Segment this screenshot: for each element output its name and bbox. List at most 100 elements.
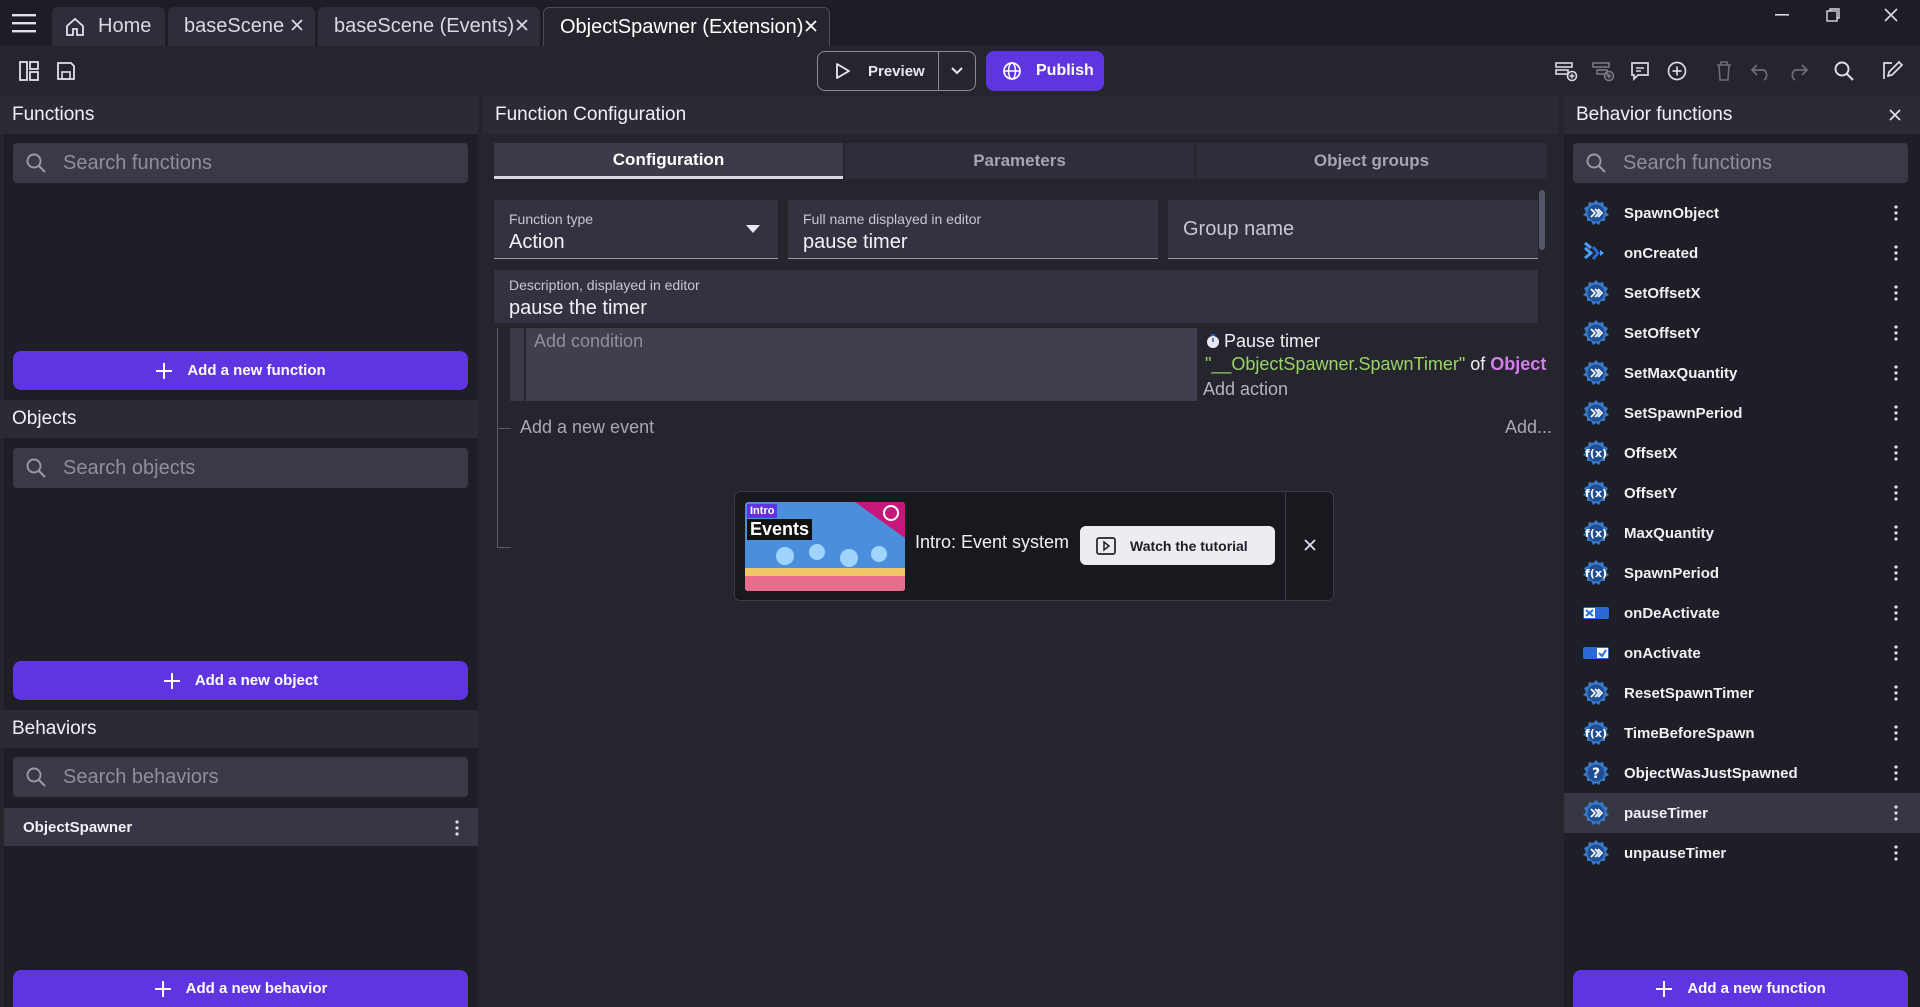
add-action-link[interactable]: Add action bbox=[1203, 379, 1288, 400]
window-close-icon[interactable] bbox=[1871, 4, 1911, 26]
list-item[interactable]: f(x) SpawnPeriod bbox=[1564, 553, 1920, 593]
minimize-icon[interactable] bbox=[1762, 4, 1802, 26]
add-more-link[interactable]: Add... bbox=[1505, 417, 1552, 438]
add-new-behavior-function-button[interactable]: Add a new function bbox=[1573, 970, 1908, 1007]
save-icon[interactable] bbox=[50, 55, 82, 87]
undo-icon[interactable] bbox=[1745, 55, 1777, 87]
more-vertical-icon[interactable] bbox=[1894, 365, 1898, 381]
search-behavior-functions-input[interactable] bbox=[1623, 151, 1882, 175]
scrollbar[interactable] bbox=[1539, 190, 1545, 250]
behaviors-title: Behaviors bbox=[12, 718, 97, 739]
conditions-area[interactable]: Add condition bbox=[526, 328, 1197, 401]
tab-parameters[interactable]: Parameters bbox=[845, 143, 1194, 179]
list-item[interactable]: ? ObjectWasJustSpawned bbox=[1564, 753, 1920, 793]
more-vertical-icon[interactable] bbox=[1894, 805, 1898, 821]
search-objects-input[interactable] bbox=[63, 456, 418, 480]
function-type-select[interactable]: Function type Action bbox=[494, 200, 778, 259]
list-item[interactable]: ObjectSpawner bbox=[4, 808, 478, 846]
add-condition-link[interactable]: Add condition bbox=[534, 331, 643, 352]
list-item[interactable]: onActivate bbox=[1564, 633, 1920, 673]
list-item[interactable]: SetOffsetY bbox=[1564, 313, 1920, 353]
description-field[interactable]: Description, displayed in editor pause t… bbox=[494, 270, 1538, 323]
list-item[interactable]: f(x) OffsetX bbox=[1564, 433, 1920, 473]
search-functions-input[interactable] bbox=[63, 151, 418, 175]
tab-configuration[interactable]: Configuration bbox=[494, 143, 843, 179]
search-icon[interactable] bbox=[1828, 55, 1860, 87]
event-tree-line bbox=[497, 328, 498, 548]
list-item[interactable]: f(x) OffsetY bbox=[1564, 473, 1920, 513]
add-new-event-link[interactable]: Add a new event bbox=[520, 417, 654, 438]
more-vertical-icon[interactable] bbox=[1894, 565, 1898, 581]
list-item[interactable]: f(x) MaxQuantity bbox=[1564, 513, 1920, 553]
function-name: ResetSpawnTimer bbox=[1624, 684, 1754, 702]
chevron-down-icon[interactable] bbox=[950, 66, 964, 76]
action-string-param[interactable]: "__ObjectSpawner.SpawnTimer" bbox=[1205, 354, 1465, 374]
close-icon[interactable] bbox=[803, 18, 819, 34]
publish-button[interactable]: Publish bbox=[986, 51, 1104, 91]
more-vertical-icon[interactable] bbox=[1894, 445, 1898, 461]
actions-area[interactable]: Pause timer "__ObjectSpawner.SpawnTimer"… bbox=[1199, 328, 1558, 401]
search-behavior-functions-field[interactable] bbox=[1573, 143, 1908, 183]
tab-object-groups[interactable]: Object groups bbox=[1196, 143, 1547, 179]
more-vertical-icon[interactable] bbox=[1894, 485, 1898, 501]
preview-button[interactable]: Preview bbox=[817, 51, 976, 91]
list-item[interactable]: unpauseTimer bbox=[1564, 833, 1920, 873]
event-handle[interactable] bbox=[510, 328, 524, 401]
more-vertical-icon[interactable] bbox=[1894, 325, 1898, 341]
add-subevent-icon[interactable] bbox=[1587, 55, 1619, 87]
tab-label: Object groups bbox=[1313, 151, 1430, 170]
full-name-field[interactable]: Full name displayed in editor pause time… bbox=[788, 200, 1158, 259]
list-item[interactable]: SpawnObject bbox=[1564, 193, 1920, 233]
list-item[interactable]: SetOffsetX bbox=[1564, 273, 1920, 313]
list-item[interactable]: SetSpawnPeriod bbox=[1564, 393, 1920, 433]
more-vertical-icon[interactable] bbox=[1894, 205, 1898, 221]
close-icon[interactable] bbox=[1888, 108, 1902, 122]
more-vertical-icon[interactable] bbox=[1894, 765, 1898, 781]
more-vertical-icon[interactable] bbox=[1894, 725, 1898, 741]
add-new-behavior-button[interactable]: Add a new behavior bbox=[13, 970, 468, 1007]
restore-icon[interactable] bbox=[1813, 4, 1853, 26]
add-comment-icon[interactable] bbox=[1624, 55, 1656, 87]
list-item[interactable]: ResetSpawnTimer bbox=[1564, 673, 1920, 713]
redo-icon[interactable] bbox=[1782, 55, 1814, 87]
add-new-function-button[interactable]: Add a new function bbox=[13, 351, 468, 390]
search-objects-field[interactable] bbox=[13, 448, 468, 488]
close-icon[interactable] bbox=[514, 17, 530, 33]
tab-home[interactable]: Home bbox=[52, 7, 165, 46]
action-title[interactable]: Pause timer bbox=[1224, 331, 1320, 352]
function-gear-icon bbox=[1582, 679, 1610, 707]
more-vertical-icon[interactable] bbox=[1894, 645, 1898, 661]
add-event-icon[interactable] bbox=[1550, 55, 1582, 87]
more-vertical-icon[interactable] bbox=[1894, 845, 1898, 861]
tutorial-thumbnail[interactable]: Intro Events bbox=[745, 502, 905, 591]
list-item[interactable]: SetMaxQuantity bbox=[1564, 353, 1920, 393]
close-icon[interactable] bbox=[289, 17, 305, 33]
list-item[interactable]: onDeActivate bbox=[1564, 593, 1920, 633]
list-item[interactable]: onCreated bbox=[1564, 233, 1920, 273]
tab-basescene-events[interactable]: baseScene (Events) bbox=[318, 7, 540, 46]
more-vertical-icon[interactable] bbox=[1894, 245, 1898, 261]
action-object-param[interactable]: Object bbox=[1490, 354, 1546, 374]
delete-icon[interactable] bbox=[1708, 55, 1740, 87]
edit-properties-icon[interactable] bbox=[1876, 55, 1908, 87]
list-item[interactable]: pauseTimer bbox=[1564, 793, 1920, 833]
close-icon[interactable] bbox=[1303, 538, 1317, 552]
add-new-object-button[interactable]: Add a new object bbox=[13, 661, 468, 700]
more-vertical-icon[interactable] bbox=[1894, 525, 1898, 541]
tab-objectspawner-extension[interactable]: ObjectSpawner (Extension) bbox=[543, 7, 830, 46]
group-name-field[interactable]: Group name bbox=[1168, 200, 1538, 259]
watch-tutorial-button[interactable]: Watch the tutorial bbox=[1080, 526, 1275, 565]
more-vertical-icon[interactable] bbox=[455, 820, 459, 836]
more-vertical-icon[interactable] bbox=[1894, 405, 1898, 421]
search-behaviors-input[interactable] bbox=[63, 765, 418, 789]
more-vertical-icon[interactable] bbox=[1894, 605, 1898, 621]
add-circle-icon[interactable] bbox=[1661, 55, 1693, 87]
hamburger-menu-icon[interactable] bbox=[12, 12, 36, 34]
list-item[interactable]: f(x) TimeBeforeSpawn bbox=[1564, 713, 1920, 753]
more-vertical-icon[interactable] bbox=[1894, 685, 1898, 701]
tab-basescene[interactable]: baseScene bbox=[168, 7, 315, 46]
more-vertical-icon[interactable] bbox=[1894, 285, 1898, 301]
project-manager-icon[interactable] bbox=[13, 55, 45, 87]
search-behaviors-field[interactable] bbox=[13, 757, 468, 797]
search-functions-field[interactable] bbox=[13, 143, 468, 183]
